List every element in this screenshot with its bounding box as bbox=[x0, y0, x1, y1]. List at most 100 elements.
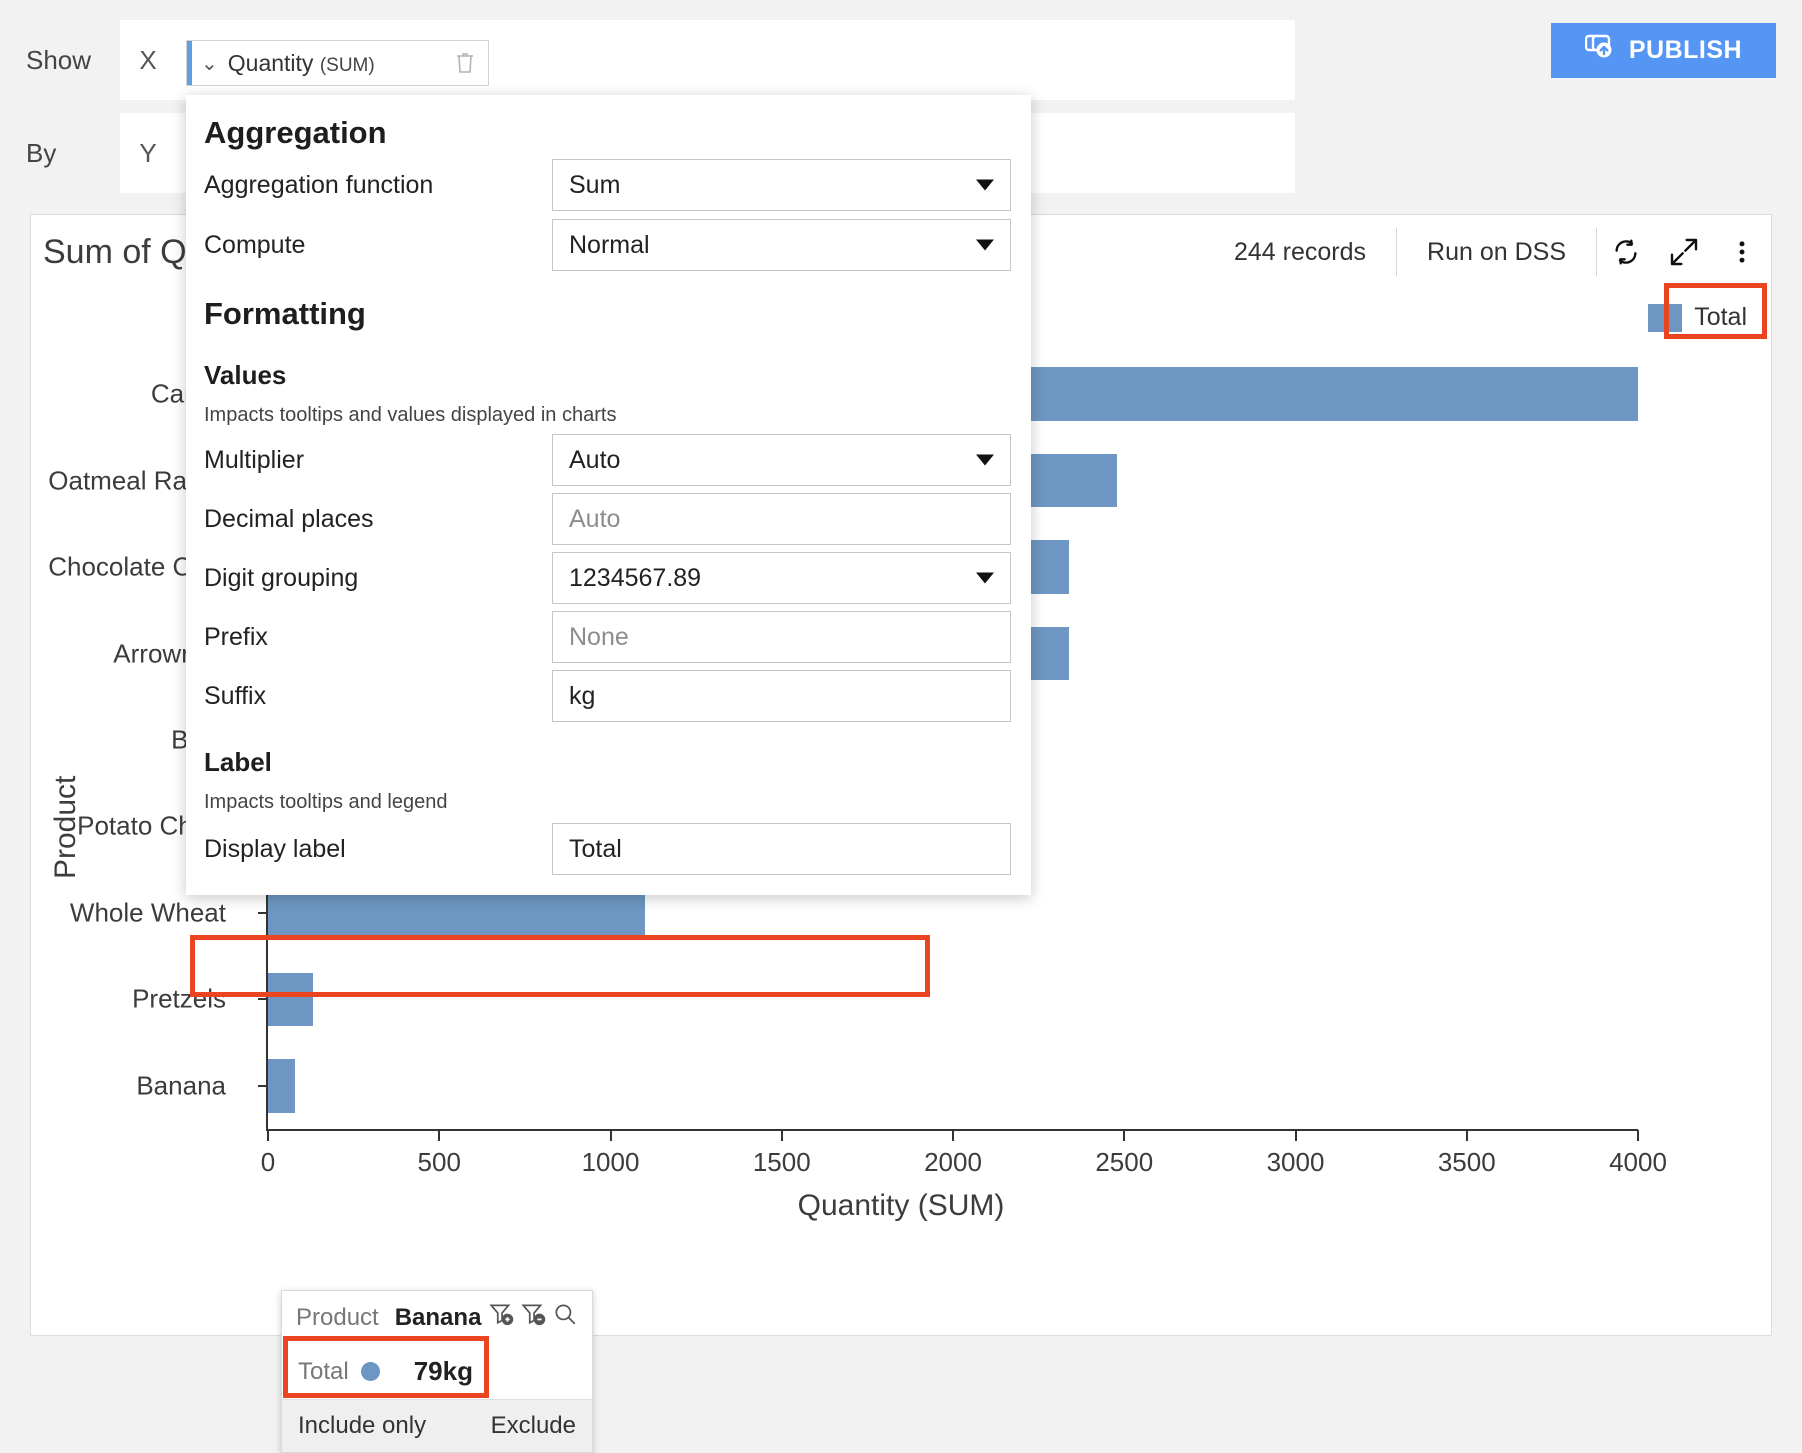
chevron-down-icon bbox=[976, 454, 994, 466]
decimal-places-input[interactable]: Auto bbox=[552, 493, 1011, 545]
digit-grouping-select[interactable]: 1234567.89 bbox=[552, 552, 1011, 604]
publish-button-label: PUBLISH bbox=[1628, 36, 1743, 64]
x-axis-tick-label: 500 bbox=[417, 1147, 461, 1177]
aggregation-function-label: Aggregation function bbox=[204, 170, 434, 199]
y-axis-tick-label: Pretzels bbox=[132, 983, 226, 1014]
measure-settings-panel[interactable]: Aggregation Aggregation function Sum Com… bbox=[186, 95, 1031, 895]
x-pill-accent bbox=[187, 41, 192, 85]
include-only-button[interactable]: Include only bbox=[298, 1412, 426, 1440]
suffix-label: Suffix bbox=[204, 681, 267, 710]
x-axis-tick-label: 3500 bbox=[1437, 1147, 1496, 1177]
x-axis-tick-mark bbox=[1294, 1130, 1297, 1141]
tooltip-product-key: Product bbox=[296, 1303, 379, 1331]
suffix-input[interactable]: kg bbox=[552, 670, 1011, 722]
publish-upload-icon bbox=[1584, 34, 1617, 67]
aggregation-section-title: Aggregation bbox=[204, 115, 387, 150]
show-row: Show X bbox=[0, 20, 176, 100]
chart-header-actions: 244 records Run on DSS bbox=[1204, 226, 1771, 278]
formatting-section-title: Formatting bbox=[204, 296, 366, 331]
y-axis-tick-label: Banana bbox=[136, 1070, 226, 1101]
by-label: By bbox=[26, 137, 57, 168]
aggregation-function-row: Aggregation function Sum bbox=[186, 159, 1031, 211]
multiplier-value: Auto bbox=[569, 445, 621, 474]
x-axis-letter: X bbox=[139, 44, 157, 75]
x-measure-pill[interactable]: ⌄ Quantity (SUM) bbox=[186, 40, 489, 86]
decimal-places-placeholder: Auto bbox=[569, 504, 621, 533]
x-pill-label: Quantity (SUM) bbox=[227, 49, 375, 76]
digit-grouping-value: 1234567.89 bbox=[569, 563, 702, 592]
tooltip-total-value: 79kg bbox=[413, 1356, 473, 1386]
display-label-value: Total bbox=[569, 834, 622, 863]
refresh-icon[interactable] bbox=[1597, 236, 1655, 268]
expand-icon[interactable] bbox=[1655, 236, 1713, 268]
compute-label: Compute bbox=[204, 230, 306, 259]
prefix-input[interactable]: None bbox=[552, 611, 1011, 663]
multiplier-label: Multiplier bbox=[204, 445, 305, 474]
by-row: By Y bbox=[0, 113, 176, 193]
prefix-placeholder: None bbox=[569, 622, 629, 651]
tooltip-product-row: Product Banana bbox=[282, 1291, 592, 1344]
compute-select[interactable]: Normal bbox=[552, 219, 1011, 271]
decimal-places-row: Decimal places Auto bbox=[186, 493, 1031, 545]
trash-icon[interactable] bbox=[442, 51, 488, 75]
suffix-value: kg bbox=[569, 681, 596, 710]
x-axis-tick-label: 1000 bbox=[581, 1147, 640, 1177]
chevron-down-icon bbox=[976, 179, 994, 191]
display-label-input[interactable]: Total bbox=[552, 823, 1011, 875]
prefix-label: Prefix bbox=[204, 622, 268, 651]
x-axis-tick-mark bbox=[1637, 1130, 1639, 1141]
digit-grouping-label: Digit grouping bbox=[204, 563, 359, 592]
chevron-down-icon bbox=[976, 572, 994, 584]
decimal-places-label: Decimal places bbox=[204, 504, 374, 533]
records-count: 244 records bbox=[1234, 237, 1367, 266]
aggregation-function-value: Sum bbox=[569, 170, 621, 199]
label-subsection-title: Label bbox=[204, 747, 272, 777]
values-subsection-title: Values bbox=[204, 360, 287, 390]
multiplier-row: Multiplier Auto bbox=[186, 434, 1031, 486]
x-axis-tick-mark bbox=[780, 1130, 783, 1141]
multiplier-select[interactable]: Auto bbox=[552, 434, 1011, 486]
suffix-row: Suffix kg bbox=[186, 670, 1031, 722]
aggregation-function-select[interactable]: Sum bbox=[552, 159, 1011, 211]
label-subsection-desc: Impacts tooltips and legend bbox=[204, 791, 448, 813]
display-label-row: Display label Total bbox=[186, 823, 1031, 875]
compute-value: Normal bbox=[569, 230, 650, 259]
filter-add-icon[interactable] bbox=[488, 1301, 514, 1334]
search-icon[interactable] bbox=[552, 1301, 578, 1334]
x-axis-tick-mark bbox=[438, 1130, 441, 1141]
x-axis-tick-mark bbox=[1123, 1130, 1126, 1141]
chevron-down-icon[interactable]: ⌄ bbox=[201, 51, 218, 76]
chevron-down-icon bbox=[976, 239, 994, 251]
run-on-dss-button[interactable]: Run on DSS bbox=[1397, 238, 1596, 267]
filter-remove-icon[interactable] bbox=[520, 1301, 546, 1334]
tooltip-actions[interactable]: Include only Exclude bbox=[282, 1399, 592, 1452]
tooltip-series-dot-icon bbox=[360, 1362, 380, 1381]
tooltip-total-row: Total 79kg bbox=[282, 1344, 592, 1399]
x-axis-tick-mark bbox=[267, 1130, 269, 1141]
x-axis-tick-label: 1500 bbox=[752, 1147, 811, 1177]
exclude-button[interactable]: Exclude bbox=[491, 1412, 576, 1440]
display-label-label: Display label bbox=[204, 834, 346, 863]
prefix-row: Prefix None bbox=[186, 611, 1031, 663]
digit-grouping-row: Digit grouping 1234567.89 bbox=[186, 552, 1031, 604]
show-label: Show bbox=[26, 44, 92, 75]
bar[interactable] bbox=[268, 1058, 296, 1113]
y-axis-tick-label: Whole Wheat bbox=[69, 897, 226, 928]
x-axis-tick-mark bbox=[1465, 1130, 1468, 1141]
x-axis-tick-label: 2000 bbox=[924, 1147, 982, 1177]
x-axis-title: Quantity (SUM) bbox=[797, 1189, 1005, 1222]
values-subsection-desc: Impacts tooltips and values displayed in… bbox=[204, 404, 617, 426]
bar[interactable] bbox=[268, 972, 313, 1027]
chart-tooltip[interactable]: Product Banana Total 79kg Include only E… bbox=[281, 1290, 593, 1453]
publish-button[interactable]: PUBLISH bbox=[1551, 23, 1776, 78]
x-axis-tick-mark bbox=[609, 1130, 612, 1141]
x-axis-tick-label: 3000 bbox=[1266, 1147, 1325, 1177]
x-axis-tick-label: 4000 bbox=[1609, 1147, 1667, 1177]
x-axis-tick-label: 0 bbox=[260, 1147, 276, 1177]
tooltip-total-key: Total bbox=[298, 1357, 349, 1385]
more-vertical-icon[interactable] bbox=[1713, 236, 1771, 268]
y-axis-letter: Y bbox=[139, 137, 157, 168]
tooltip-product-value: Banana bbox=[394, 1303, 482, 1331]
x-axis-tick-mark bbox=[952, 1130, 954, 1141]
tooltip-icons[interactable] bbox=[488, 1301, 578, 1334]
